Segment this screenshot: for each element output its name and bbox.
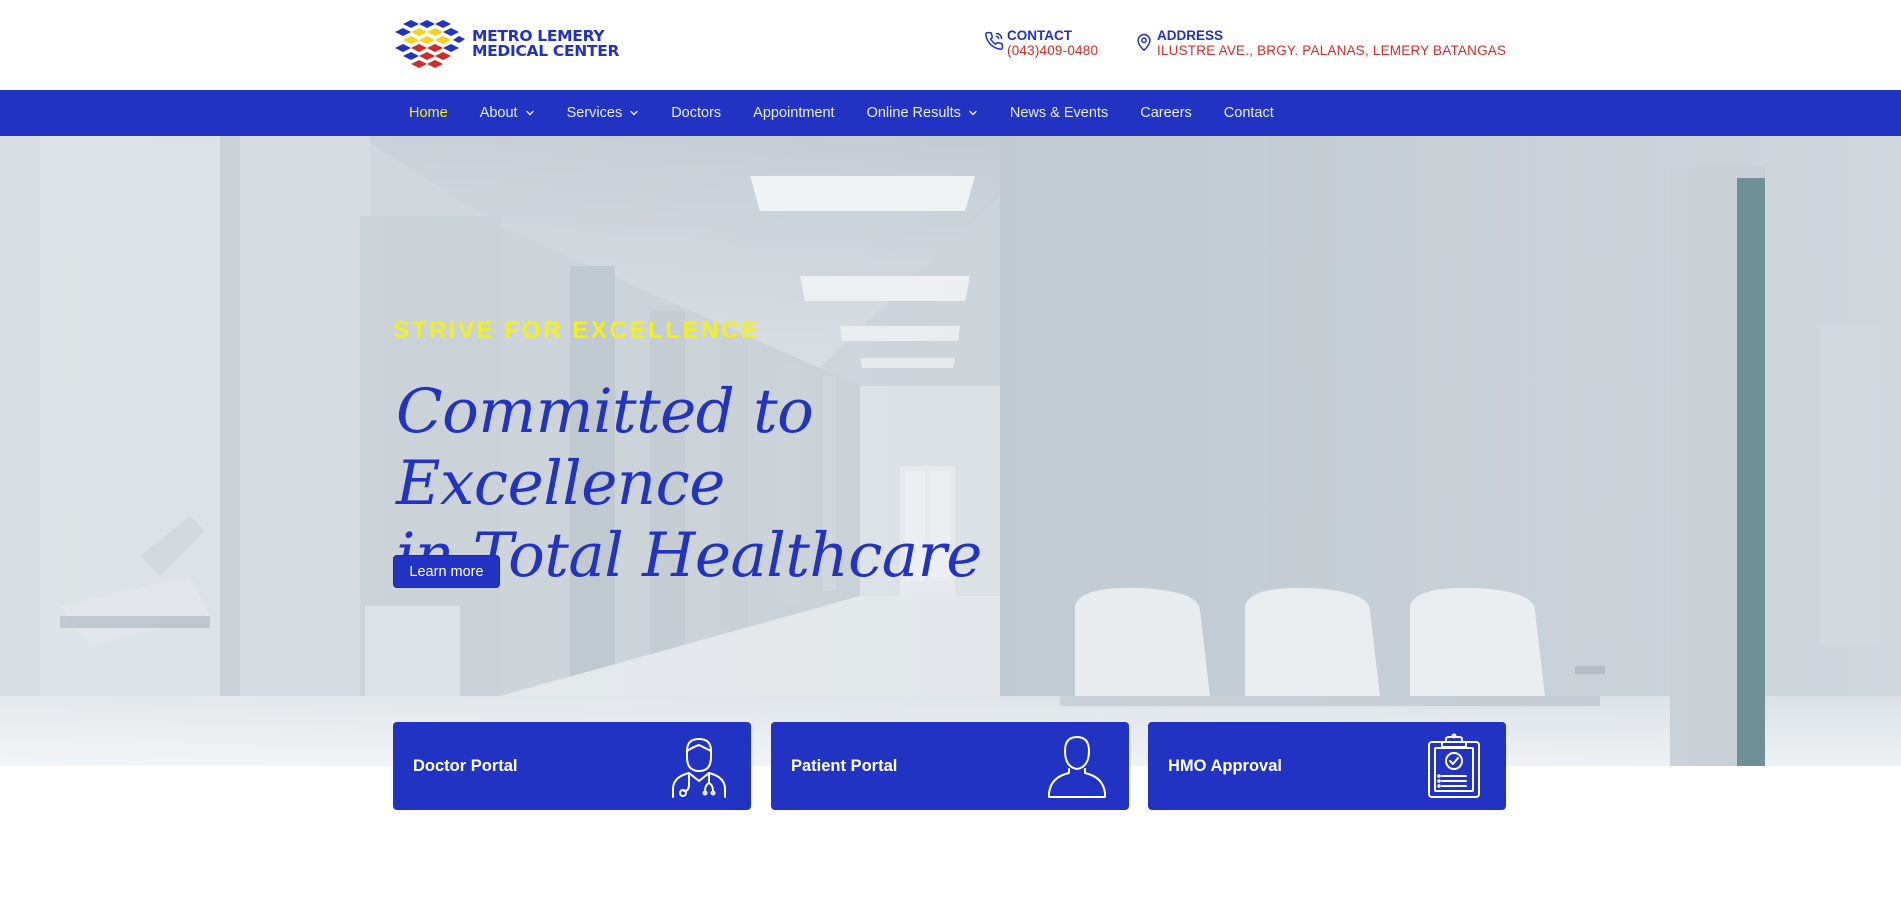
hero-eyebrow: STRIVE FOR EXCELLENCE: [393, 317, 760, 344]
nav-item-label: News & Events: [1009, 105, 1109, 121]
nav-item-services[interactable]: Services: [551, 105, 656, 121]
nav-item-label: About: [479, 105, 518, 121]
contact-info[interactable]: CONTACT (043)409-0480: [984, 29, 1098, 58]
logo-mark-icon: [395, 20, 465, 68]
nav-item-online-results[interactable]: Online Results: [851, 105, 994, 121]
clipboard-check-icon: [1428, 733, 1480, 798]
nav-item-label: Careers: [1140, 105, 1192, 121]
nav-item-news-events[interactable]: News & Events: [994, 105, 1124, 121]
doctor-icon: [672, 738, 726, 798]
nav-list: Home About Services Doctors Appointment Onlin…: [393, 90, 1290, 136]
address-info: ADDRESS ILUSTRE AVE., BRGY. PALANAS, LEM…: [1134, 29, 1506, 58]
nav-item-label: Home: [409, 105, 448, 121]
chevron-down-icon: [630, 110, 638, 116]
contact-label: CONTACT: [1007, 28, 1072, 43]
nav-item-home[interactable]: Home: [393, 105, 464, 121]
nav-item-label: Doctors: [671, 105, 722, 121]
hero-title-line-2: in Total Healthcare: [396, 520, 982, 591]
hero-banner: STRIVE FOR EXCELLENCE Committed to Excel…: [0, 136, 1901, 766]
hero-title-line-1: Committed to Excellence: [396, 376, 814, 519]
main-navigation: Home About Services Doctors Appointment Onlin…: [0, 90, 1901, 136]
chevron-down-icon: [969, 110, 977, 116]
doctor-portal-label: Doctor Portal: [413, 756, 518, 775]
nav-item-about[interactable]: About: [464, 105, 551, 121]
patient-portal-card[interactable]: Patient Portal: [771, 722, 1129, 810]
nav-item-contact[interactable]: Contact: [1208, 105, 1290, 121]
site-logo[interactable]: METRO LEMERY MEDICAL CENTER: [393, 18, 619, 70]
phone-icon: [985, 31, 1004, 50]
user-icon: [1048, 736, 1106, 798]
location-pin-icon: [1137, 33, 1151, 52]
logo-text: METRO LEMERY MEDICAL CENTER: [472, 28, 620, 60]
hmo-approval-card[interactable]: HMO Approval: [1148, 722, 1506, 810]
chevron-down-icon: [525, 110, 534, 116]
nav-item-label: Services: [566, 105, 623, 121]
logo-line-2: MEDICAL CENTER: [472, 42, 620, 60]
nav-item-label: Contact: [1223, 105, 1274, 121]
hero-title: Committed to Excellence in Total Healthc…: [396, 376, 1096, 592]
patient-portal-label: Patient Portal: [791, 756, 898, 775]
nav-item-doctors[interactable]: Doctors: [655, 105, 737, 121]
contact-phone-number[interactable]: (043)409-0480: [1007, 43, 1098, 58]
hmo-approval-label: HMO Approval: [1168, 756, 1282, 775]
address-value: ILUSTRE AVE., BRGY. PALANAS, LEMERY BATA…: [1157, 43, 1507, 58]
site-header: METRO LEMERY MEDICAL CENTER CONTACT (043…: [0, 0, 1901, 90]
address-label: ADDRESS: [1157, 28, 1224, 43]
doctor-portal-card[interactable]: Doctor Portal: [393, 722, 751, 810]
nav-item-appointment[interactable]: Appointment: [737, 105, 850, 121]
nav-item-label: Online Results: [866, 105, 961, 121]
nav-item-label: Appointment: [753, 105, 835, 121]
nav-item-careers[interactable]: Careers: [1124, 105, 1208, 121]
learn-more-button[interactable]: Learn more: [393, 555, 500, 588]
